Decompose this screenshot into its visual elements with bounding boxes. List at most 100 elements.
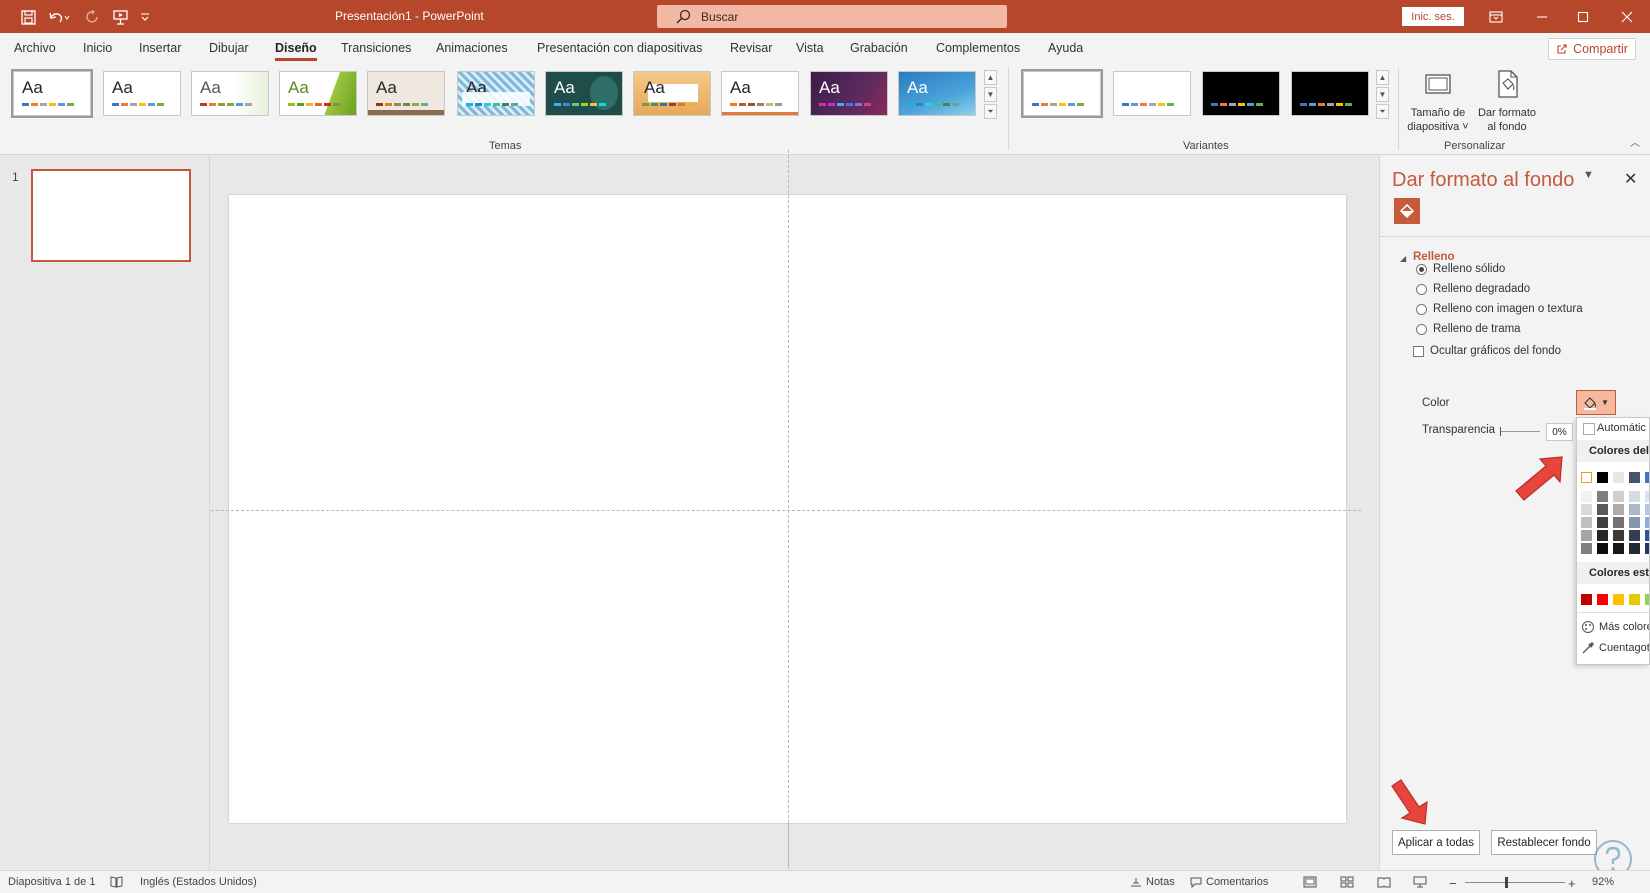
color-picker-button[interactable]: ▼: [1576, 390, 1616, 415]
color-swatch[interactable]: [1581, 530, 1592, 541]
theme-retrospectiva[interactable]: Aa: [721, 71, 799, 116]
tab-insertar[interactable]: Insertar: [139, 41, 181, 55]
eyedropper-option[interactable]: Cuentagot: [1599, 642, 1649, 654]
color-swatch[interactable]: [1645, 491, 1649, 502]
tab-grabacion[interactable]: Grabación: [850, 41, 908, 55]
color-swatch[interactable]: [1629, 504, 1640, 515]
pane-options-chevron-icon[interactable]: ▼: [1583, 169, 1594, 181]
slide-canvas[interactable]: [211, 150, 1361, 868]
color-swatch[interactable]: [1645, 504, 1649, 515]
language-indicator[interactable]: Inglés (Estados Unidos): [140, 876, 257, 888]
reading-view-icon[interactable]: [1377, 876, 1391, 888]
zoom-out-icon[interactable]: −: [1449, 876, 1457, 891]
color-swatch[interactable]: [1581, 543, 1592, 554]
customize-qat-icon[interactable]: [138, 7, 152, 27]
slide-size-button[interactable]: Tamaño de diapositiva ˅: [1405, 67, 1471, 133]
color-swatch[interactable]: [1629, 517, 1640, 528]
share-button[interactable]: Compartir: [1548, 38, 1636, 60]
color-swatch[interactable]: [1613, 472, 1624, 483]
color-swatch[interactable]: [1581, 594, 1592, 605]
theme-ion-sala[interactable]: Aa: [545, 71, 623, 116]
color-swatch[interactable]: [1581, 517, 1592, 528]
theme-office-2[interactable]: Aa: [103, 71, 181, 116]
slide-sorter-icon[interactable]: [1340, 876, 1354, 888]
close-icon[interactable]: [1604, 0, 1650, 33]
tab-archivo[interactable]: Archivo: [14, 41, 56, 55]
tab-inicio[interactable]: Inicio: [83, 41, 112, 55]
zoom-slider[interactable]: [1465, 882, 1565, 883]
theme-faceta-green[interactable]: Aa: [279, 71, 357, 116]
variant-3[interactable]: [1202, 71, 1280, 116]
pane-close-icon[interactable]: ✕: [1624, 169, 1637, 189]
radio-button[interactable]: [1416, 323, 1427, 335]
reset-background-button[interactable]: Restablecer fondo: [1491, 830, 1597, 855]
themes-scroll-down-icon[interactable]: ▼: [984, 87, 997, 102]
apply-to-all-button[interactable]: Aplicar a todas: [1392, 830, 1480, 855]
color-swatch[interactable]: [1613, 594, 1624, 605]
transparency-slider[interactable]: [1500, 427, 1540, 436]
tab-dibujar[interactable]: Dibujar: [209, 41, 249, 55]
tab-complementos[interactable]: Complementos: [936, 41, 1020, 55]
radio-solid-fill[interactable]: Relleno sólido: [1416, 261, 1505, 277]
color-swatch[interactable]: [1613, 491, 1624, 502]
color-swatch[interactable]: [1629, 594, 1640, 605]
color-swatch[interactable]: [1597, 543, 1608, 554]
theme-sector[interactable]: Aa: [810, 71, 888, 116]
theme-organico[interactable]: Aa: [633, 71, 711, 116]
slide-thumbnail[interactable]: [31, 169, 191, 262]
color-swatch[interactable]: [1613, 517, 1624, 528]
maximize-icon[interactable]: [1560, 0, 1606, 33]
zoom-level[interactable]: 92%: [1592, 876, 1614, 888]
zoom-in-icon[interactable]: +: [1568, 876, 1576, 891]
ribbon-display-icon[interactable]: [1473, 0, 1519, 33]
color-swatch[interactable]: [1645, 472, 1649, 483]
signin-button[interactable]: Inic. ses.: [1402, 7, 1464, 26]
theme-ion[interactable]: Aa: [457, 71, 535, 116]
format-background-button[interactable]: Dar formato al fondo: [1474, 67, 1540, 133]
variants-scroll-up-icon[interactable]: ▲: [1376, 70, 1389, 85]
search-box[interactable]: Buscar: [657, 5, 1007, 28]
variant-1[interactable]: [1021, 69, 1103, 118]
undo-icon[interactable]: [46, 7, 72, 27]
color-swatch[interactable]: [1597, 530, 1608, 541]
tab-diseno[interactable]: Diseño: [275, 41, 317, 61]
radio-button[interactable]: [1416, 283, 1427, 295]
tab-ayuda[interactable]: Ayuda: [1048, 41, 1083, 55]
redo-icon[interactable]: [82, 7, 102, 27]
color-swatch[interactable]: [1629, 530, 1640, 541]
color-swatch[interactable]: [1597, 517, 1608, 528]
theme-vapor[interactable]: Aa: [898, 71, 976, 116]
start-slideshow-icon[interactable]: [110, 7, 130, 27]
tab-presentacion[interactable]: Presentación con diapositivas: [537, 41, 702, 55]
automatic-color-option[interactable]: Automátic: [1597, 422, 1646, 434]
hide-graphics-checkbox[interactable]: Ocultar gráficos del fondo: [1413, 343, 1561, 359]
fill-category-button[interactable]: [1394, 198, 1420, 224]
variants-scroll-down-icon[interactable]: ▼: [1376, 87, 1389, 102]
radio-button[interactable]: [1416, 303, 1427, 315]
theme-faceta[interactable]: Aa: [191, 71, 269, 116]
color-swatch[interactable]: [1629, 472, 1640, 483]
radio-pattern-fill[interactable]: Relleno de trama: [1416, 321, 1521, 337]
collapse-ribbon-icon[interactable]: ︿: [1630, 134, 1640, 149]
color-swatch[interactable]: [1581, 472, 1592, 483]
transparency-value[interactable]: 0%: [1546, 423, 1573, 441]
variants-expand-icon[interactable]: ⏷: [1376, 104, 1389, 119]
automatic-color-swatch[interactable]: [1583, 423, 1595, 435]
color-swatch[interactable]: [1645, 530, 1649, 541]
color-swatch[interactable]: [1629, 491, 1640, 502]
more-colors-option[interactable]: Más colore: [1599, 621, 1649, 633]
color-swatch[interactable]: [1581, 504, 1592, 515]
tab-revisar[interactable]: Revisar: [730, 41, 772, 55]
theme-integral[interactable]: Aa: [367, 71, 445, 116]
color-swatch[interactable]: [1629, 543, 1640, 554]
radio-picture-fill[interactable]: Relleno con imagen o textura: [1416, 301, 1583, 317]
section-collapse-icon[interactable]: ◢: [1400, 254, 1406, 263]
normal-view-icon[interactable]: [1303, 876, 1317, 888]
color-swatch[interactable]: [1613, 543, 1624, 554]
color-swatch[interactable]: [1613, 530, 1624, 541]
slideshow-view-icon[interactable]: [1413, 876, 1427, 888]
color-swatch[interactable]: [1597, 491, 1608, 502]
tab-animaciones[interactable]: Animaciones: [436, 41, 508, 55]
tab-vista[interactable]: Vista: [796, 41, 824, 55]
comments-button[interactable]: Comentarios: [1190, 876, 1268, 888]
